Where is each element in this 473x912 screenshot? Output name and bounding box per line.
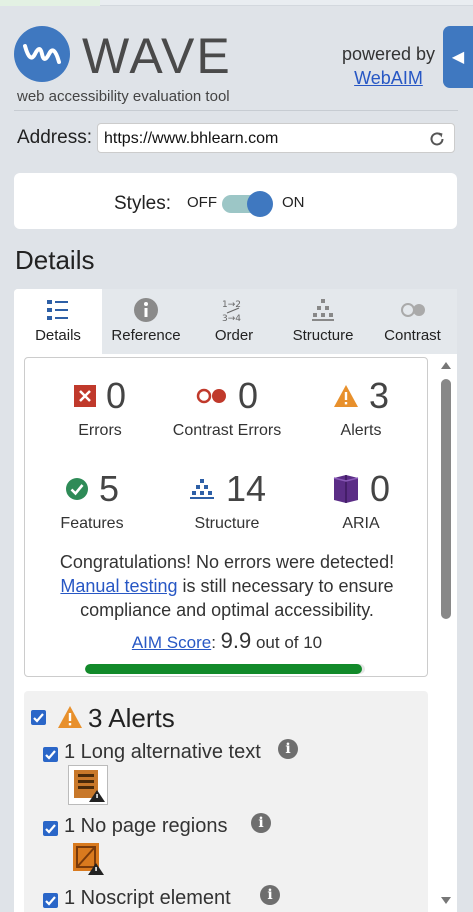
alert-item-checkbox[interactable] (43, 893, 58, 908)
webaim-link[interactable]: WebAIM (342, 68, 435, 89)
scroll-down-icon[interactable] (441, 897, 451, 904)
stat-errors[interactable]: 0 Errors (35, 372, 165, 440)
long-alt-text-thumb[interactable] (68, 765, 108, 805)
tab-contrast-label: Contrast (384, 327, 441, 344)
reload-icon[interactable] (428, 130, 446, 148)
alert-item-checkbox[interactable] (43, 747, 58, 762)
aria-label: ARIA (342, 515, 380, 532)
features-label: Features (60, 515, 124, 532)
address-label: Address: (17, 127, 92, 148)
errors-count: 0 (105, 375, 127, 416)
powered-by: powered by WebAIM (342, 44, 435, 89)
section-heading: Details (15, 245, 95, 275)
summary-box: 0 Errors 0 Contrast Errors 3 Alerts 5 Fe… (24, 357, 428, 677)
aim-colon: : (211, 633, 221, 652)
tab-order[interactable]: 1→2 3→4 Order (190, 289, 278, 354)
tab-structure[interactable]: Structure (278, 289, 368, 354)
alert-icon (58, 706, 82, 728)
styles-on-label[interactable]: ON (282, 194, 305, 211)
alert-icon (333, 385, 358, 407)
congrats-line2-text: is still necessary to ensure (177, 576, 394, 596)
powered-by-label: powered by (341, 44, 435, 64)
structure-icon (189, 479, 214, 499)
alert-item-checkbox[interactable] (43, 821, 58, 836)
structure-icon (312, 299, 334, 321)
tab-order-label: Order (214, 327, 254, 344)
styles-toggle-knob[interactable] (247, 191, 273, 217)
congrats-message: Congratulations! No errors were detected… (25, 550, 429, 622)
address-input[interactable]: https://www.bhlearn.com (97, 123, 455, 153)
errors-label: Errors (78, 422, 122, 439)
error-icon (73, 385, 96, 407)
address-bar: Address: https://www.bhlearn.com (14, 121, 458, 155)
wave-header: WAVE web accessibility evaluation tool p… (0, 6, 473, 112)
alert-item-label: 1 No page regions (64, 815, 228, 837)
panel-scrollbar[interactable] (438, 357, 456, 912)
wave-logo-icon (14, 26, 70, 82)
stat-contrast-errors[interactable]: 0 Contrast Errors (162, 372, 292, 440)
scroll-thumb[interactable] (441, 379, 451, 619)
tab-structure-label: Structure (292, 327, 354, 344)
congrats-line1: Congratulations! No errors were detected… (59, 552, 395, 572)
aria-count: 0 (369, 468, 391, 509)
structure-count: 14 (225, 468, 267, 509)
aria-icon (333, 475, 359, 503)
aim-score-link[interactable]: AIM Score (132, 633, 211, 652)
tab-details[interactable]: Details (14, 289, 102, 354)
stat-features[interactable]: 5 Features (27, 465, 157, 533)
no-page-regions-thumb[interactable] (68, 839, 108, 879)
styles-label: Styles: (114, 193, 172, 214)
details-panel: Details Reference 1→2 3→4 Order Structur… (14, 289, 457, 912)
aim-score-row: AIM Score: 9.9 out of 10 (25, 628, 429, 654)
contrast-errors-count: 0 (237, 375, 259, 416)
features-count: 5 (98, 468, 120, 509)
triangle-left-icon: ◀ (451, 49, 465, 66)
alerts-checkbox[interactable] (31, 710, 46, 725)
list-icon (47, 300, 68, 320)
contrast-errors-label: Contrast Errors (172, 422, 282, 439)
stat-aria[interactable]: 0 ARIA (296, 465, 426, 533)
alerts-heading: 3 Alerts (88, 703, 175, 733)
stat-alerts[interactable]: 3 Alerts (296, 372, 426, 440)
collapse-sidebar-button[interactable]: ◀ (443, 26, 473, 88)
alerts-count: 3 (368, 375, 390, 416)
header-divider (14, 110, 458, 111)
info-icon (134, 298, 158, 322)
info-icon[interactable]: i (251, 813, 271, 833)
structure-label: Structure (194, 515, 260, 532)
info-icon[interactable]: i (260, 885, 280, 905)
tab-reference[interactable]: Reference (102, 289, 190, 354)
stat-structure[interactable]: 14 Structure (162, 465, 292, 533)
tab-bar: Details Reference 1→2 3→4 Order Structur… (14, 289, 457, 354)
aim-score-bar-fill (85, 664, 363, 674)
brand-title: WAVE (82, 28, 232, 84)
congrats-line2: Manual testing is still necessary to ens… (25, 574, 429, 598)
svg-text:3→4: 3→4 (222, 314, 241, 323)
styles-off-label[interactable]: OFF (187, 194, 217, 211)
tab-details-label: Details (35, 327, 81, 344)
tab-contrast[interactable]: Contrast (368, 289, 457, 354)
check-icon (65, 478, 88, 500)
alert-item-label: 1 Long alternative text (64, 741, 261, 763)
brand-tagline: web accessibility evaluation tool (17, 88, 230, 105)
contrast-error-icon (196, 388, 226, 404)
order-icon: 1→2 3→4 (222, 300, 241, 323)
congrats-line3: compliance and optimal accessibility. (80, 600, 374, 620)
tab-reference-label: Reference (111, 327, 181, 344)
alert-item-label: 1 Noscript element (64, 887, 231, 909)
aim-score-bar (85, 664, 365, 674)
alerts-label: Alerts (340, 422, 382, 439)
aim-score-value: 9.9 (220, 628, 252, 653)
contrast-icon (400, 303, 425, 317)
scroll-up-icon[interactable] (441, 362, 451, 369)
alerts-section: 3 Alerts 1 Long alternative text i 1 No … (24, 691, 428, 912)
styles-toggle-panel: Styles: OFF ON (14, 173, 457, 229)
address-value: https://www.bhlearn.com (104, 130, 279, 147)
manual-testing-link[interactable]: Manual testing (60, 576, 177, 596)
aim-score-suffix: out of 10 (251, 633, 323, 652)
info-icon[interactable]: i (278, 739, 298, 759)
